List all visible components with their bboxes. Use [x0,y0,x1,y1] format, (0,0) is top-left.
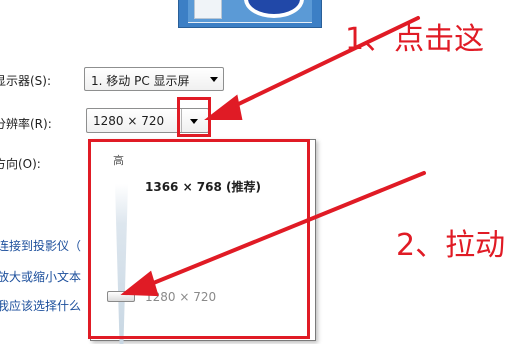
arrow-2-head [120,270,159,297]
arrow-1-head [204,94,243,120]
arrow-2-line [144,171,426,288]
annotation-step1: 1、点击这 [345,22,485,57]
annotation-step2: 2、拉动 [396,228,505,263]
